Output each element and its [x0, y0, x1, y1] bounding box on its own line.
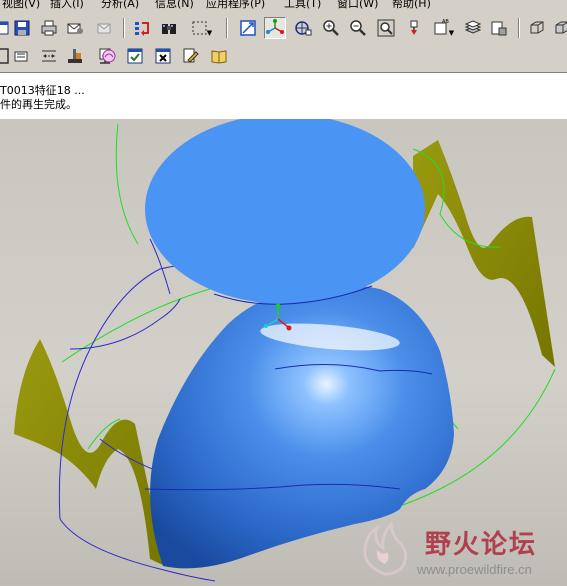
main-toolbar: ▼ AB ▼ — [0, 15, 567, 41]
send-mail-icon[interactable] — [64, 17, 86, 39]
message-line-1: T0013特征18 ... — [0, 84, 85, 97]
graphics-viewport[interactable]: 野火论坛 www.proewildfire.cn — [0, 119, 567, 586]
find-binoculars-icon[interactable] — [158, 17, 180, 39]
menu-insert[interactable]: 插入(I) — [50, 0, 84, 9]
layers-icon[interactable] — [462, 17, 484, 39]
view-manager-icon[interactable]: AB ▼ — [430, 17, 457, 39]
selection-box-icon[interactable]: ▼ — [188, 17, 215, 39]
toolbar-separator — [123, 18, 125, 38]
menu-tools[interactable]: 工具(T) — [284, 0, 321, 9]
watermark-url: www.proewildfire.cn — [417, 562, 532, 577]
wireframe-cube-icon[interactable] — [526, 17, 548, 39]
edit-pencil-icon[interactable] — [180, 45, 202, 67]
toolbar-separator — [226, 18, 228, 38]
menu-view[interactable]: 视图(V) — [2, 0, 40, 9]
print-icon[interactable] — [38, 17, 60, 39]
close-window-icon[interactable] — [152, 45, 174, 67]
watermark-title: 野火论坛 — [425, 530, 538, 560]
model-display-icon[interactable] — [488, 17, 510, 39]
sketch-view-icon[interactable] — [237, 17, 259, 39]
menu-window[interactable]: 窗口(W) — [337, 0, 378, 9]
datum-point-icon[interactable] — [64, 45, 86, 67]
reorient-icon[interactable] — [404, 17, 426, 39]
menu-applications[interactable]: 应用程序(P) — [206, 0, 265, 9]
secondary-toolbar — [0, 43, 567, 69]
spin-center-icon[interactable] — [264, 17, 286, 39]
send-mail-disabled-icon — [94, 17, 116, 39]
model-canvas — [14, 119, 556, 582]
top-elliptical-face — [145, 119, 425, 304]
svg-text:AB: AB — [442, 19, 449, 25]
watermark: 野火论坛 www.proewildfire.cn — [355, 518, 567, 586]
shaded-cube-icon[interactable] — [551, 17, 567, 39]
menu-bar: 视图(V) 插入(I) 分析(A) 信息(N) 应用程序(P) 工具(T) 窗口… — [0, 0, 567, 13]
olive-surface-left — [14, 339, 165, 566]
menu-help[interactable]: 帮助(H) — [392, 0, 431, 9]
window-check-icon[interactable] — [124, 45, 146, 67]
appearance-icon[interactable] — [98, 45, 120, 67]
saved-views-icon[interactable] — [292, 17, 314, 39]
message-area: T0013特征18 ... 件的再生完成。 — [0, 72, 567, 120]
message-line-2: 件的再生完成。 — [0, 98, 77, 111]
toolbar-separator — [518, 18, 520, 38]
olive-surface-right — [413, 140, 555, 367]
regenerate-icon[interactable] — [131, 17, 153, 39]
green-curve — [115, 123, 139, 245]
refit-icon[interactable] — [375, 17, 397, 39]
menu-analysis[interactable]: 分析(A) — [101, 0, 139, 9]
green-curve — [61, 288, 211, 363]
book-icon[interactable] — [208, 45, 230, 67]
zoom-out-icon[interactable] — [347, 17, 369, 39]
datum-axis-icon[interactable] — [38, 45, 60, 67]
zoom-in-icon[interactable] — [320, 17, 342, 39]
save-icon[interactable] — [11, 17, 33, 39]
datum-plane-icon[interactable] — [11, 45, 33, 67]
menu-info[interactable]: 信息(N) — [155, 0, 194, 9]
flame-logo-icon — [363, 520, 408, 576]
